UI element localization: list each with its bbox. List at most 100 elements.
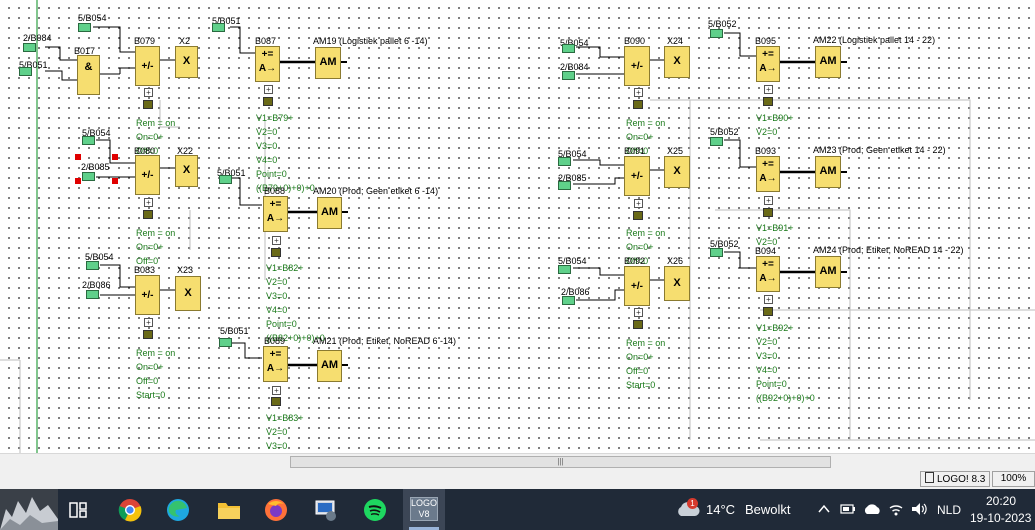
clock-date[interactable]: 19-10-2023 (970, 511, 1031, 525)
expand-icon[interactable]: + (144, 88, 153, 97)
analog-flag-block[interactable]: AM (317, 350, 342, 382)
selection-handle[interactable] (112, 154, 118, 160)
math-instruction-block[interactable]: += A→ (263, 196, 288, 232)
connector-pin[interactable] (710, 248, 723, 257)
up-down-counter-block[interactable]: +/- (624, 46, 650, 86)
connector-pin[interactable] (562, 296, 575, 305)
connector-pin[interactable] (219, 175, 232, 184)
flag-output-block[interactable]: X (664, 46, 690, 78)
chrome-icon[interactable] (118, 498, 142, 522)
block-name: B091 (624, 146, 646, 156)
analog-flag-block[interactable]: AM (815, 156, 841, 188)
battery-icon[interactable] (840, 503, 856, 515)
wifi-icon[interactable] (888, 501, 904, 517)
param-line: V1=B82+ (266, 263, 304, 273)
connector-pin[interactable] (86, 290, 99, 299)
horizontal-scrollbar[interactable]: ||| (0, 453, 1035, 470)
flag-output-block[interactable]: X (664, 156, 690, 188)
flag-output-block[interactable]: X (664, 266, 690, 301)
connector-pin[interactable] (82, 172, 95, 181)
parameter-icon[interactable] (263, 97, 273, 106)
weather-temperature[interactable]: 14°C (706, 502, 735, 517)
math-symbol-bottom: A→ (266, 213, 285, 224)
parameter-icon[interactable] (143, 210, 153, 219)
parameter-icon[interactable] (271, 397, 281, 406)
parameter-icon[interactable] (143, 100, 153, 109)
expand-icon[interactable]: + (634, 199, 643, 208)
parameter-icon[interactable] (763, 307, 773, 316)
connector-pin[interactable] (82, 136, 95, 145)
connector-pin[interactable] (86, 261, 99, 270)
parameter-icon[interactable] (633, 211, 643, 220)
language-indicator[interactable]: NLD (937, 503, 961, 517)
spotify-icon[interactable] (363, 498, 387, 522)
connector-pin[interactable] (23, 43, 36, 52)
expand-icon[interactable]: + (144, 198, 153, 207)
math-instruction-block[interactable]: += A→ (756, 156, 780, 192)
connector-pin[interactable] (558, 181, 571, 190)
parameter-icon[interactable] (143, 330, 153, 339)
connector-pin[interactable] (710, 137, 723, 146)
zoom-level[interactable]: 100% (992, 471, 1035, 487)
connector-pin[interactable] (558, 265, 571, 274)
selection-handle[interactable] (75, 154, 81, 160)
connector-pin[interactable] (78, 23, 91, 32)
counter-symbol: +/- (631, 171, 643, 182)
speaker-icon[interactable] (910, 501, 928, 517)
parameter-icon[interactable] (763, 208, 773, 217)
parameter-icon[interactable] (271, 248, 281, 257)
expand-icon[interactable]: + (634, 308, 643, 317)
analog-flag-block[interactable]: AM (815, 256, 841, 288)
task-view-icon[interactable] (68, 500, 88, 520)
up-down-counter-block[interactable]: +/- (135, 275, 160, 315)
expand-icon[interactable]: + (764, 196, 773, 205)
expand-icon[interactable]: + (764, 295, 773, 304)
up-down-counter-block[interactable]: +/- (135, 46, 160, 86)
analog-flag-block[interactable]: AM (315, 47, 341, 79)
flag-output-block[interactable]: X (175, 46, 198, 78)
chevron-up-icon[interactable] (817, 502, 831, 516)
scrollbar-thumb[interactable]: ||| (290, 456, 831, 468)
expand-icon[interactable]: + (634, 88, 643, 97)
analog-flag-block[interactable]: AM (815, 46, 841, 78)
expand-icon[interactable]: + (272, 236, 281, 245)
flag-output-block[interactable]: X (175, 155, 198, 187)
diagram-canvas[interactable]: 5/B054 2/B084 5/B051 5/B051 B017 & B079 … (0, 0, 1035, 453)
clock-time[interactable]: 20:20 (986, 494, 1016, 508)
expand-icon[interactable]: + (272, 386, 281, 395)
edge-icon[interactable] (166, 498, 190, 522)
connector-pin[interactable] (212, 23, 225, 32)
parameter-icon[interactable] (633, 100, 643, 109)
parameter-icon[interactable] (633, 320, 643, 329)
expand-icon[interactable]: + (144, 318, 153, 327)
weather-condition[interactable]: Bewolkt (745, 502, 791, 517)
flag-output-block[interactable]: X (175, 276, 201, 311)
math-instruction-block[interactable]: += A→ (756, 256, 780, 292)
math-instruction-block[interactable]: += A→ (263, 346, 288, 382)
connector-pin[interactable] (219, 338, 232, 347)
up-down-counter-block[interactable]: +/- (135, 155, 160, 195)
connector-pin[interactable] (19, 67, 32, 76)
selection-handle[interactable] (75, 178, 81, 184)
math-instruction-block[interactable]: += A→ (756, 46, 780, 82)
and-block[interactable]: & (77, 55, 100, 95)
onedrive-cloud-icon[interactable] (863, 502, 881, 516)
firefox-icon[interactable] (264, 498, 288, 522)
parameter-icon[interactable] (763, 97, 773, 106)
connector-pin[interactable] (562, 44, 575, 53)
remote-desktop-icon[interactable] (314, 498, 338, 522)
connector-pin[interactable] (710, 29, 723, 38)
analog-flag-block[interactable]: AM (317, 197, 342, 229)
connector-pin[interactable] (562, 71, 575, 80)
selection-handle[interactable] (112, 178, 118, 184)
file-explorer-icon[interactable] (217, 499, 241, 521)
connector-pin[interactable] (558, 157, 571, 166)
math-instruction-block[interactable]: += A→ (255, 46, 280, 82)
up-down-counter-block[interactable]: +/- (624, 156, 650, 196)
logo-soft-comfort-taskbar-button[interactable]: LOGO V8 (403, 489, 445, 530)
expand-icon[interactable]: + (764, 85, 773, 94)
expand-icon[interactable]: + (264, 85, 273, 94)
param-line: V4=0 (256, 155, 278, 165)
up-down-counter-block[interactable]: +/- (624, 266, 650, 306)
desktop-thumbnail-icon[interactable] (0, 489, 58, 530)
